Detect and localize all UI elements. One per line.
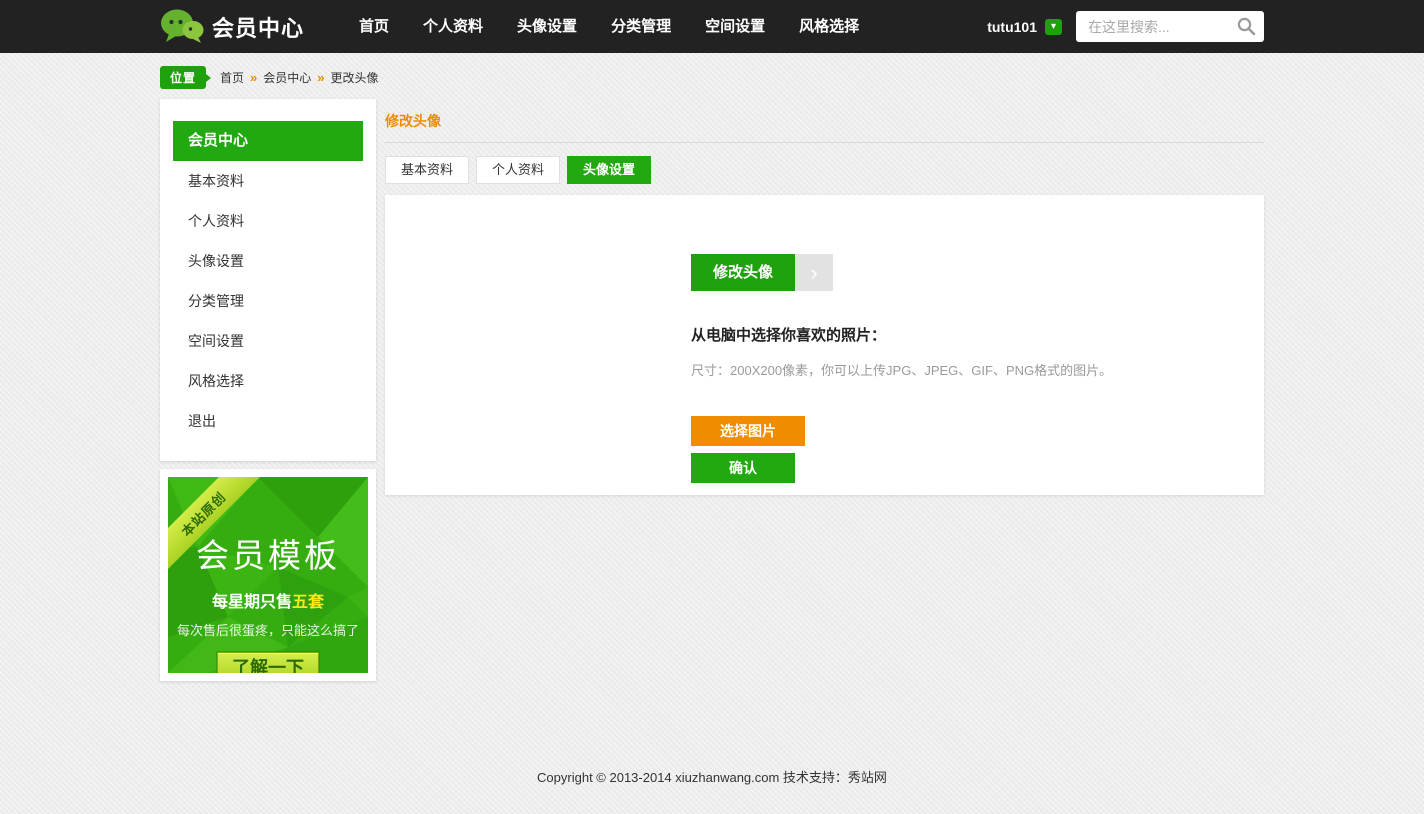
chevron-right-icon: › <box>810 260 817 286</box>
breadcrumb: 位置 首页 » 会员中心 » 更改头像 <box>160 53 1264 99</box>
sidebar: 会员中心 基本资料 个人资料 头像设置 分类管理 空间设置 风格选择 退出 <box>160 99 376 681</box>
nav-item-categories[interactable]: 分类管理 <box>594 0 688 53</box>
nav-item-style[interactable]: 风格选择 <box>782 0 876 53</box>
change-avatar-row: 修改头像 › <box>691 254 1264 291</box>
sidebar-item-style[interactable]: 风格选择 <box>160 361 376 401</box>
chevron-down-icon: ▾ <box>1051 22 1056 32</box>
next-step-button[interactable]: › <box>795 254 833 291</box>
sidebar-item-avatar-settings[interactable]: 头像设置 <box>160 241 376 281</box>
main-nav: 首页 个人资料 头像设置 分类管理 空间设置 风格选择 <box>342 0 876 53</box>
copyright-text: Copyright © 2013-2014 xiuzhanwang.com 技术… <box>537 770 887 785</box>
change-avatar-button[interactable]: 修改头像 <box>691 254 795 291</box>
sidebar-item-logout[interactable]: 退出 <box>160 401 376 441</box>
sidebar-item-profile[interactable]: 个人资料 <box>160 201 376 241</box>
avatar-panel: 修改头像 › 从电脑中选择你喜欢的照片： 尺寸：200X200像素，你可以上传J… <box>385 195 1264 495</box>
user-area: tutu101 ▾ <box>987 11 1264 42</box>
nav-item-profile[interactable]: 个人资料 <box>406 0 500 53</box>
sidebar-item-categories[interactable]: 分类管理 <box>160 281 376 321</box>
tab-avatar-settings[interactable]: 头像设置 <box>567 156 651 184</box>
chat-bubbles-icon <box>160 8 204 46</box>
sidebar-item-basic-info[interactable]: 基本资料 <box>160 161 376 201</box>
tab-basic-info[interactable]: 基本资料 <box>385 156 469 184</box>
breadcrumb-separator-icon: » <box>317 70 324 85</box>
choose-photo-heading: 从电脑中选择你喜欢的照片： <box>691 324 1264 345</box>
nav-item-home[interactable]: 首页 <box>342 0 406 53</box>
title-divider <box>385 142 1264 143</box>
logo-title: 会员中心 <box>212 11 304 43</box>
top-header: 会员中心 首页 个人资料 头像设置 分类管理 空间设置 风格选择 tutu101… <box>0 0 1424 53</box>
search-box <box>1076 11 1264 42</box>
ad-subtitle-highlight: 五套 <box>292 594 324 611</box>
ad-title: 会员模板 <box>168 529 368 577</box>
tab-profile[interactable]: 个人资料 <box>476 156 560 184</box>
breadcrumb-current: 更改头像 <box>331 69 379 86</box>
select-image-button[interactable]: 选择图片 <box>691 416 805 446</box>
user-dropdown-button[interactable]: ▾ <box>1045 19 1062 35</box>
breadcrumb-separator-icon: » <box>250 70 257 85</box>
page-title: 修改头像 <box>385 99 1264 142</box>
logo[interactable]: 会员中心 <box>160 8 304 46</box>
breadcrumb-link-member-center[interactable]: 会员中心 <box>263 69 311 86</box>
ad-tagline: 每次售后很蛋疼，只能这么搞了 <box>168 620 368 639</box>
ad-banner-inner: 本站原创 会员模板 每星期只售五套 每次售后很蛋疼，只能这么搞了 了解一下 <box>168 477 368 673</box>
tab-bar: 基本资料 个人资料 头像设置 <box>385 156 1264 184</box>
main-content: 修改头像 基本资料 个人资料 头像设置 修改头像 › 从电脑中选择你喜欢的照片：… <box>385 99 1264 495</box>
search-icon[interactable] <box>1236 16 1256 41</box>
ad-subtitle: 每星期只售五套 <box>168 588 368 612</box>
location-badge: 位置 <box>160 66 206 89</box>
sidebar-item-space-settings[interactable]: 空间设置 <box>160 321 376 361</box>
nav-item-avatar[interactable]: 头像设置 <box>500 0 594 53</box>
footer: Copyright © 2013-2014 xiuzhanwang.com 技术… <box>0 767 1424 814</box>
username: tutu101 <box>987 19 1037 35</box>
confirm-button[interactable]: 确认 <box>691 453 795 483</box>
sidebar-item-member-center[interactable]: 会员中心 <box>173 121 363 161</box>
breadcrumb-link-home[interactable]: 首页 <box>220 69 244 86</box>
size-hint: 尺寸：200X200像素，你可以上传JPG、JPEG、GIF、PNG格式的图片。 <box>691 360 1264 379</box>
ad-banner[interactable]: 本站原创 会员模板 每星期只售五套 每次售后很蛋疼，只能这么搞了 了解一下 <box>160 469 376 681</box>
ad-learn-more-button[interactable]: 了解一下 <box>217 652 319 673</box>
sidebar-menu: 会员中心 基本资料 个人资料 头像设置 分类管理 空间设置 风格选择 退出 <box>160 99 376 461</box>
nav-item-space[interactable]: 空间设置 <box>688 0 782 53</box>
